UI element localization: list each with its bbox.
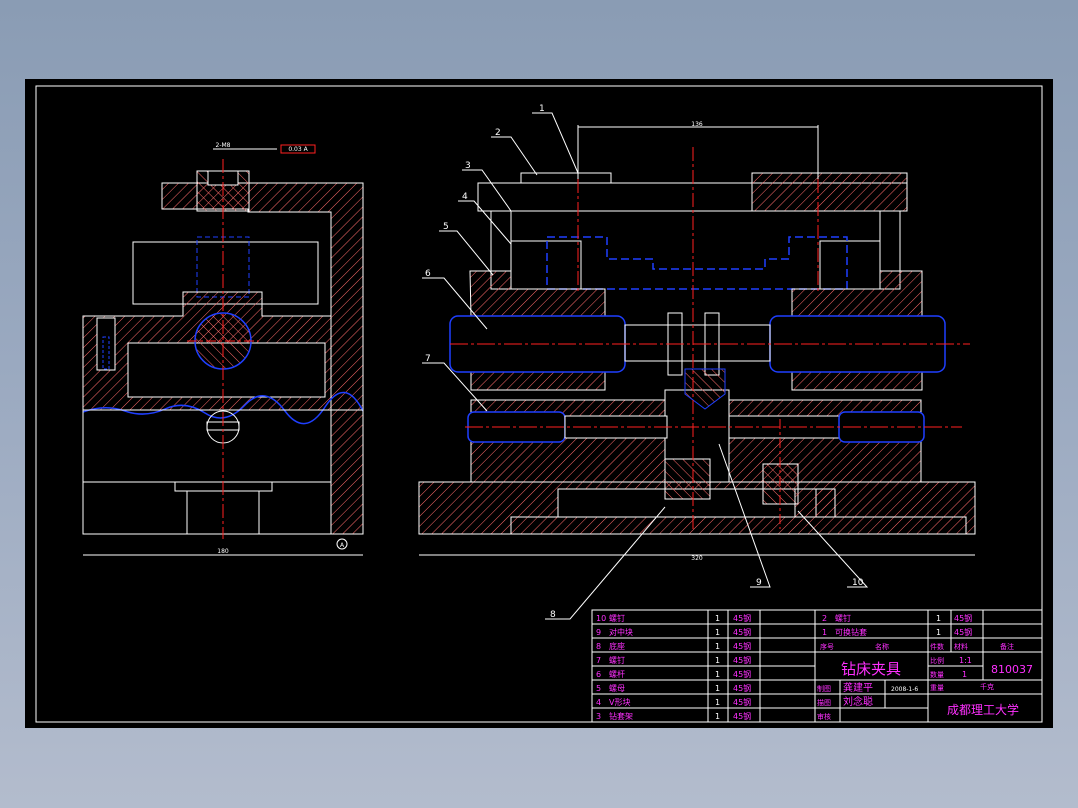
bom-row-name: 螺钉 (835, 613, 851, 623)
weight-label: 重量 (930, 684, 944, 692)
bom-row-material: 45钢 (733, 655, 751, 665)
bom-row-material: 45钢 (733, 669, 751, 679)
weight-unit: 千克 (980, 682, 994, 691)
title-block-text: 序号 名称 件数 材料 备注 钻床夹具 810037 比例 1:1 数量 1 重… (817, 642, 1033, 721)
bom-row-qty: 1 (936, 614, 941, 623)
drawing-sheet: 180 2-M8 0.03 A A 136 320 1 2 3 4 5 6 7 … (25, 79, 1053, 728)
bom-row-no: 5 (596, 684, 601, 693)
bom-row-name: 可换钻套 (835, 627, 867, 637)
bom-row-name: 对中块 (609, 627, 633, 637)
balloon-4: 4 (462, 192, 468, 202)
bom-row-material: 45钢 (954, 627, 972, 637)
bom-row-name: 螺杆 (609, 669, 625, 679)
draw-name: 龚建平 (843, 681, 873, 694)
bom-row-no: 8 (596, 642, 601, 651)
front-upper-body (469, 270, 606, 317)
balloon-1: 1 (539, 104, 545, 114)
side-dim-top: 2-M8 (216, 142, 231, 149)
bom-row-name: 螺钉 (609, 613, 625, 623)
balloon-6: 6 (425, 269, 431, 279)
bom-row-qty: 1 (715, 642, 720, 651)
bom-row-material: 45钢 (733, 627, 751, 637)
draw-date: 2008-1-6 (891, 686, 918, 693)
bom-row-no: 10 (596, 614, 606, 623)
front-dim-width: 320 (691, 555, 703, 562)
balloon-9: 9 (756, 578, 762, 588)
bom-table-right: 2 螺钉 1 45钢 1 可换钻套 1 45钢 (822, 613, 972, 637)
bom-row-name: 底座 (609, 641, 625, 651)
bom-row-qty: 1 (715, 698, 720, 707)
drawing-number: 810037 (991, 663, 1033, 676)
design-name: 刘念聪 (843, 695, 873, 708)
front-dim-top: 136 (691, 121, 703, 128)
bom-header-count: 件数 (930, 642, 944, 651)
bom-header-material: 材料 (954, 642, 968, 651)
side-dim-width: 180 (217, 548, 229, 555)
bom-row-qty: 1 (715, 684, 720, 693)
balloon-7: 7 (425, 354, 431, 364)
bom-header-remark: 备注 (1000, 642, 1014, 651)
check-label: 审核 (817, 712, 831, 721)
bom-row-name: V形块 (609, 697, 630, 707)
bom-row-qty: 1 (936, 628, 941, 637)
bom-header-name: 名称 (875, 642, 889, 651)
bom-row-no: 7 (596, 656, 601, 665)
balloon-3: 3 (465, 161, 471, 171)
bom-row-qty: 1 (715, 628, 720, 637)
bom-row-name: 螺母 (609, 683, 625, 693)
scale-value: 1:1 (959, 656, 972, 665)
bom-row-qty: 1 (715, 670, 720, 679)
bom-row-material: 45钢 (733, 613, 751, 623)
bom-row-name: 钻套架 (609, 711, 633, 721)
qty-value: 1 (962, 670, 967, 679)
bom-row-no: 6 (596, 670, 601, 679)
balloon-8: 8 (550, 610, 556, 620)
side-tolerance-frame: 0.03 A (288, 146, 308, 153)
balloon-10: 10 (852, 578, 864, 588)
drawing-title: 钻床夹具 (841, 660, 901, 678)
bom-row-material: 45钢 (733, 711, 751, 721)
bom-row-no: 3 (596, 712, 601, 721)
front-workpiece-hidden (546, 236, 848, 290)
bom-row-qty: 1 (715, 656, 720, 665)
bom-row-material: 45钢 (954, 613, 972, 623)
side-view: 180 2-M8 0.03 A A (82, 142, 364, 556)
bom-header-seq: 序号 (820, 642, 834, 651)
balloon-5: 5 (443, 222, 449, 232)
front-view: 136 320 (418, 121, 976, 562)
bom-row-no: 4 (596, 698, 601, 707)
qty-label: 数量 (930, 670, 944, 679)
draw-label: 制图 (817, 684, 831, 693)
cad-drawing-canvas: 180 2-M8 0.03 A A 136 320 1 2 3 4 5 6 7 … (35, 85, 1043, 723)
bom-row-no: 2 (822, 614, 827, 623)
bom-row-no: 9 (596, 628, 601, 637)
front-left-block (510, 240, 582, 290)
bom-row-material: 45钢 (733, 697, 751, 707)
design-label: 描图 (817, 698, 831, 707)
bom-row-no: 1 (822, 628, 827, 637)
bom-row-qty: 1 (715, 712, 720, 721)
scale-label: 比例 (930, 656, 944, 665)
bom-row-material: 45钢 (733, 683, 751, 693)
bom-row-name: 螺钉 (609, 655, 625, 665)
bom-row-material: 45钢 (733, 641, 751, 651)
front-right-block (819, 240, 881, 290)
bom-row-qty: 1 (715, 614, 720, 623)
balloon-2: 2 (495, 128, 501, 138)
school-name: 成都理工大学 (947, 702, 1019, 717)
